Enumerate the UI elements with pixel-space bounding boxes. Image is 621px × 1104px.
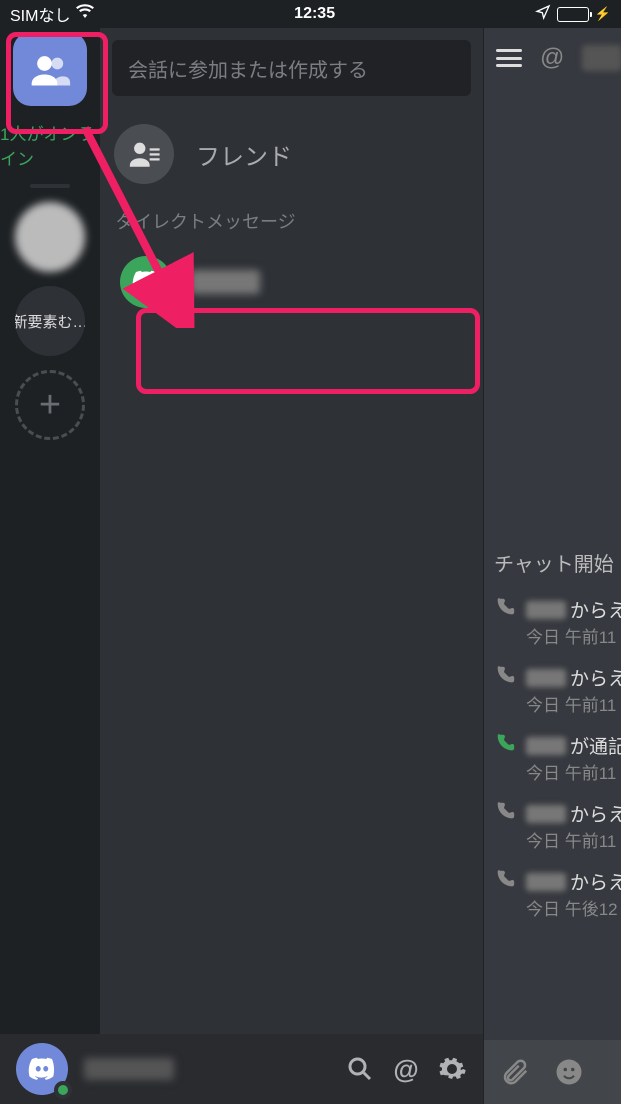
call-time: 今日 午前11: [526, 623, 621, 648]
phone-icon: [494, 664, 516, 686]
dm-column: 会話に参加または作成する フレンド ダイレクトメッセージ: [100, 28, 483, 1104]
server-item-1[interactable]: [15, 202, 85, 272]
mentions-icon[interactable]: @: [391, 1054, 421, 1084]
call-time: 今日 午前11: [526, 691, 621, 716]
caller-name: [526, 737, 566, 755]
call-time: 今日 午前11: [526, 759, 621, 784]
caller-name: [526, 873, 566, 891]
call-time: 今日 午後12: [526, 895, 621, 920]
friends-icon: [114, 124, 174, 184]
conversation-search[interactable]: 会話に参加または作成する: [112, 40, 471, 96]
phone-icon: [494, 800, 516, 822]
call-suffix: が通記: [570, 732, 621, 759]
phone-icon: [494, 596, 516, 618]
call-row[interactable]: が通記 今日 午前11: [484, 724, 621, 792]
add-server-button[interactable]: +: [15, 370, 85, 440]
call-suffix: からえ: [570, 664, 621, 691]
self-username: [84, 1058, 174, 1080]
chat-start-label: チャット開始: [494, 548, 614, 577]
wifi-icon: [76, 3, 94, 26]
battery-icon: [557, 7, 589, 22]
clock: 12:35: [294, 5, 335, 23]
search-icon[interactable]: [345, 1054, 375, 1084]
dm-home-button[interactable]: [13, 32, 87, 106]
charging-icon: ⚡: [595, 6, 611, 22]
emoji-icon[interactable]: [554, 1057, 584, 1087]
call-time: 今日 午前11: [526, 827, 621, 852]
user-bar: @: [0, 1034, 483, 1104]
caller-name: [526, 805, 566, 823]
plus-icon: +: [39, 384, 61, 427]
dm-avatar: [120, 256, 172, 308]
chat-input-bar: [484, 1040, 621, 1104]
call-log: からえ 今日 午前11 からえ 今日 午前11 が通記 今日 午前11 からえ …: [484, 588, 621, 928]
server-item-label: 新要素む…: [15, 311, 85, 332]
friends-row[interactable]: フレンド: [100, 108, 483, 200]
gear-icon[interactable]: [437, 1054, 467, 1084]
dm-item[interactable]: [110, 246, 473, 318]
rail-divider: [30, 184, 70, 188]
online-count: 1人がオンライン: [0, 120, 100, 170]
server-item-2[interactable]: 新要素む…: [15, 286, 85, 356]
call-row[interactable]: からえ 今日 午後12: [484, 860, 621, 928]
at-icon: @: [540, 44, 564, 72]
call-suffix: からえ: [570, 868, 621, 895]
call-row[interactable]: からえ 今日 午前11: [484, 656, 621, 724]
friends-label: フレンド: [196, 137, 292, 172]
menu-icon[interactable]: [496, 49, 522, 67]
dm-username: [190, 270, 260, 294]
search-placeholder: 会話に参加または作成する: [128, 54, 368, 83]
call-row[interactable]: からえ 今日 午前11: [484, 588, 621, 656]
attachment-icon[interactable]: [500, 1057, 530, 1087]
call-suffix: からえ: [570, 596, 621, 623]
self-status-dot: [54, 1081, 72, 1099]
dm-section-label: ダイレクトメッセージ: [100, 200, 483, 242]
call-suffix: からえ: [570, 800, 621, 827]
chat-recipient-name: [582, 45, 621, 71]
server-rail: 1人がオンライン 新要素む… +: [0, 28, 100, 1104]
chat-header: @: [484, 28, 621, 88]
status-right: ⚡: [535, 4, 611, 25]
caller-name: [526, 601, 566, 619]
status-bar: SIMなし 12:35 ⚡: [0, 0, 621, 28]
status-left: SIMなし: [10, 2, 94, 26]
call-row[interactable]: からえ 今日 午前11: [484, 792, 621, 860]
location-icon: [535, 4, 551, 25]
phone-icon: [494, 732, 516, 754]
chat-pane: @ チャット開始 からえ 今日 午前11 からえ 今日 午前11 が通記 今日 …: [483, 28, 621, 1104]
self-avatar[interactable]: [16, 1043, 68, 1095]
drawer: 1人がオンライン 新要素む… + 会話に参加または作成する フレンド: [0, 28, 483, 1104]
phone-icon: [494, 868, 516, 890]
carrier-text: SIMなし: [10, 2, 70, 26]
caller-name: [526, 669, 566, 687]
status-online-dot: [158, 294, 176, 312]
